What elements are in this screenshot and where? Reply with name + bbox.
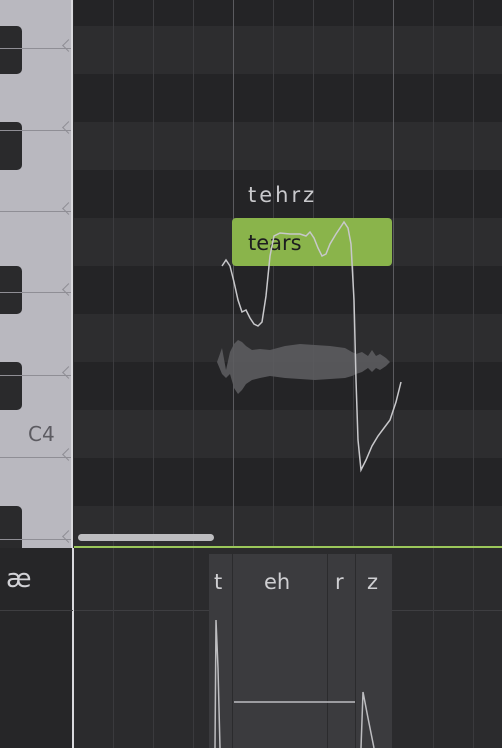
phoneme-panel: æ t eh r z — [0, 548, 502, 748]
pitch-waveform-overlay — [217, 220, 402, 473]
phoneme-envelope-curve — [214, 619, 221, 748]
phoneme-envelope-curve — [360, 691, 375, 748]
audio-waveform — [217, 340, 390, 394]
horizontal-scrollbar[interactable] — [78, 534, 214, 541]
phoneme-envelope — [214, 619, 375, 748]
